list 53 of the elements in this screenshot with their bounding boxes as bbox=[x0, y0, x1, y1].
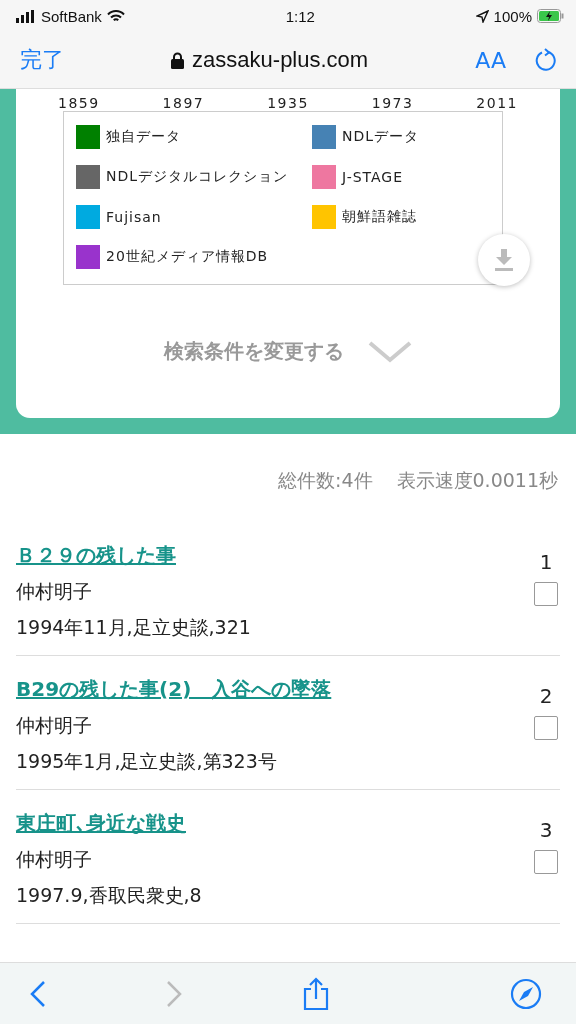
compass-icon bbox=[510, 977, 542, 1010]
legend-label: NDLデータ bbox=[342, 128, 420, 146]
result-author: 仲村明子 bbox=[16, 713, 93, 738]
result-number: 1 bbox=[539, 550, 553, 574]
result-title-link[interactable]: 東庄町､身近な戦史 bbox=[16, 810, 202, 837]
download-button[interactable] bbox=[478, 234, 530, 286]
select-checkbox[interactable] bbox=[534, 582, 558, 606]
result-number: 3 bbox=[539, 818, 553, 842]
clock-time: 1:12 bbox=[285, 7, 315, 25]
share-icon bbox=[302, 976, 330, 1011]
axis-year-label: 1935 bbox=[267, 95, 309, 111]
back-button[interactable] bbox=[30, 979, 46, 1008]
legend-label: Fujisan bbox=[106, 209, 162, 225]
forward-button[interactable] bbox=[166, 979, 182, 1008]
display-speed: 表示速度0.0011秒 bbox=[396, 468, 558, 493]
legend-label: 20世紀メディア情報DB bbox=[106, 248, 269, 266]
result-title-link[interactable]: Ｂ２９の残した事 bbox=[16, 542, 251, 569]
axis-year-label: 2011 bbox=[476, 95, 518, 111]
total-count: 総件数:4件 bbox=[278, 468, 373, 493]
battery-charging-icon bbox=[537, 9, 564, 23]
select-checkbox[interactable] bbox=[534, 850, 558, 874]
select-checkbox[interactable] bbox=[534, 716, 558, 740]
result-number: 2 bbox=[539, 684, 553, 708]
text-size-button[interactable]: AA bbox=[475, 47, 506, 73]
carrier-name: SoftBank bbox=[41, 7, 102, 25]
download-icon bbox=[495, 249, 513, 271]
signal-icon bbox=[16, 9, 36, 23]
axis-year-label: 1859 bbox=[58, 95, 100, 111]
axis-year-label: 1973 bbox=[371, 95, 414, 111]
result-details: 1997.9,香取民衆史,8 bbox=[16, 883, 202, 908]
back-icon bbox=[30, 979, 46, 1008]
forward-icon bbox=[166, 979, 182, 1008]
chevron-down-icon bbox=[368, 340, 412, 363]
lock-icon bbox=[171, 51, 185, 69]
wifi-icon bbox=[106, 9, 125, 23]
legend-label: 独自データ bbox=[106, 128, 181, 146]
compass-button[interactable] bbox=[510, 977, 542, 1010]
change-conditions-button[interactable]: 検索条件を変更する bbox=[158, 337, 418, 366]
done-button[interactable]: 完了 bbox=[20, 45, 64, 75]
legend-label: NDLデジタルコレクション bbox=[106, 168, 289, 186]
legend-label: 朝鮮語雑誌 bbox=[342, 208, 417, 226]
result-title-link[interactable]: B29の残した事(2) 入谷への墜落 bbox=[16, 676, 332, 703]
result-author: 仲村明子 bbox=[16, 579, 93, 604]
reload-icon[interactable] bbox=[534, 48, 556, 72]
axis-year-label: 1897 bbox=[162, 95, 205, 111]
legend-label: J-STAGE bbox=[342, 169, 404, 185]
result-author: 仲村明子 bbox=[16, 847, 93, 872]
url-text[interactable]: zassaku-plus.com bbox=[192, 47, 369, 73]
result-details: 1995年1月,足立史談,第323号 bbox=[16, 749, 278, 774]
share-button[interactable] bbox=[302, 976, 330, 1011]
result-details: 1994年11月,足立史談,321 bbox=[16, 615, 251, 640]
location-arrow-icon bbox=[475, 9, 489, 23]
battery-percent: 100% bbox=[493, 7, 532, 25]
